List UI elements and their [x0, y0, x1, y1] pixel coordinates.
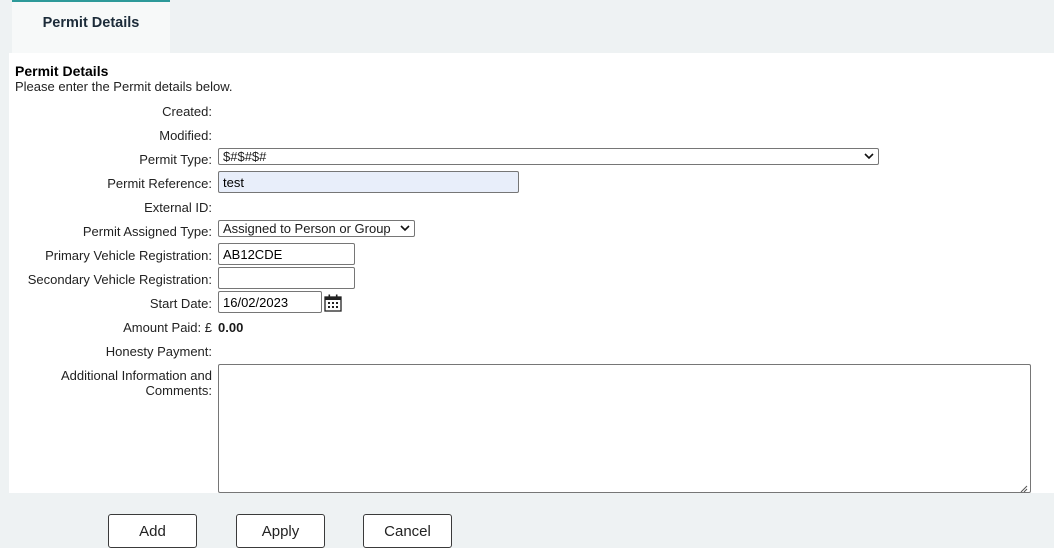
external-id-label: External ID: — [144, 200, 212, 215]
honesty-payment-label: Honesty Payment: — [105, 344, 212, 359]
cancel-button[interactable]: Cancel — [363, 514, 452, 548]
tab-label: Permit Details — [42, 15, 140, 31]
chevron-down-icon — [864, 152, 874, 162]
section-title: Permit Details — [15, 63, 109, 79]
permit-assigned-type-value: Assigned to Person or Group — [223, 221, 391, 236]
secondary-vehicle-registration-input[interactable] — [218, 267, 355, 289]
add-button[interactable]: Add — [108, 514, 197, 548]
permit-type-select[interactable]: $#$#$# — [218, 148, 879, 165]
start-date-input[interactable] — [218, 291, 322, 313]
primary-vehicle-registration-input[interactable] — [218, 243, 355, 265]
permit-reference-label: Permit Reference: — [107, 176, 212, 191]
permit-details-panel: Permit Details Please enter the Permit d… — [9, 53, 1054, 493]
primary-vehicle-registration-label: Primary Vehicle Registration: — [45, 248, 212, 263]
permit-reference-input[interactable] — [218, 171, 519, 193]
amount-paid-value: 0.00 — [218, 320, 244, 335]
start-date-label: Start Date: — [149, 296, 212, 311]
apply-button[interactable]: Apply — [236, 514, 325, 548]
secondary-vehicle-registration-label: Secondary Vehicle Registration: — [27, 272, 212, 287]
chevron-down-icon — [400, 224, 410, 234]
created-label: Created: — [162, 104, 212, 119]
calendar-icon[interactable] — [323, 293, 343, 313]
modified-label: Modified: — [159, 128, 212, 143]
permit-type-value: $#$#$# — [223, 149, 267, 164]
additional-info-label: Additional Information and Comments: — [60, 368, 212, 398]
permit-type-label: Permit Type: — [139, 152, 212, 167]
additional-info-textarea[interactable] — [218, 364, 1031, 493]
resize-grip-icon[interactable] — [1019, 481, 1028, 493]
permit-assigned-type-label: Permit Assigned Type: — [82, 224, 212, 239]
section-subtitle: Please enter the Permit details below. — [15, 79, 233, 94]
amount-paid-label: Amount Paid: £ — [123, 320, 212, 335]
permit-assigned-type-select[interactable]: Assigned to Person or Group — [218, 220, 415, 237]
tab-permit-details[interactable]: Permit Details — [12, 0, 170, 53]
